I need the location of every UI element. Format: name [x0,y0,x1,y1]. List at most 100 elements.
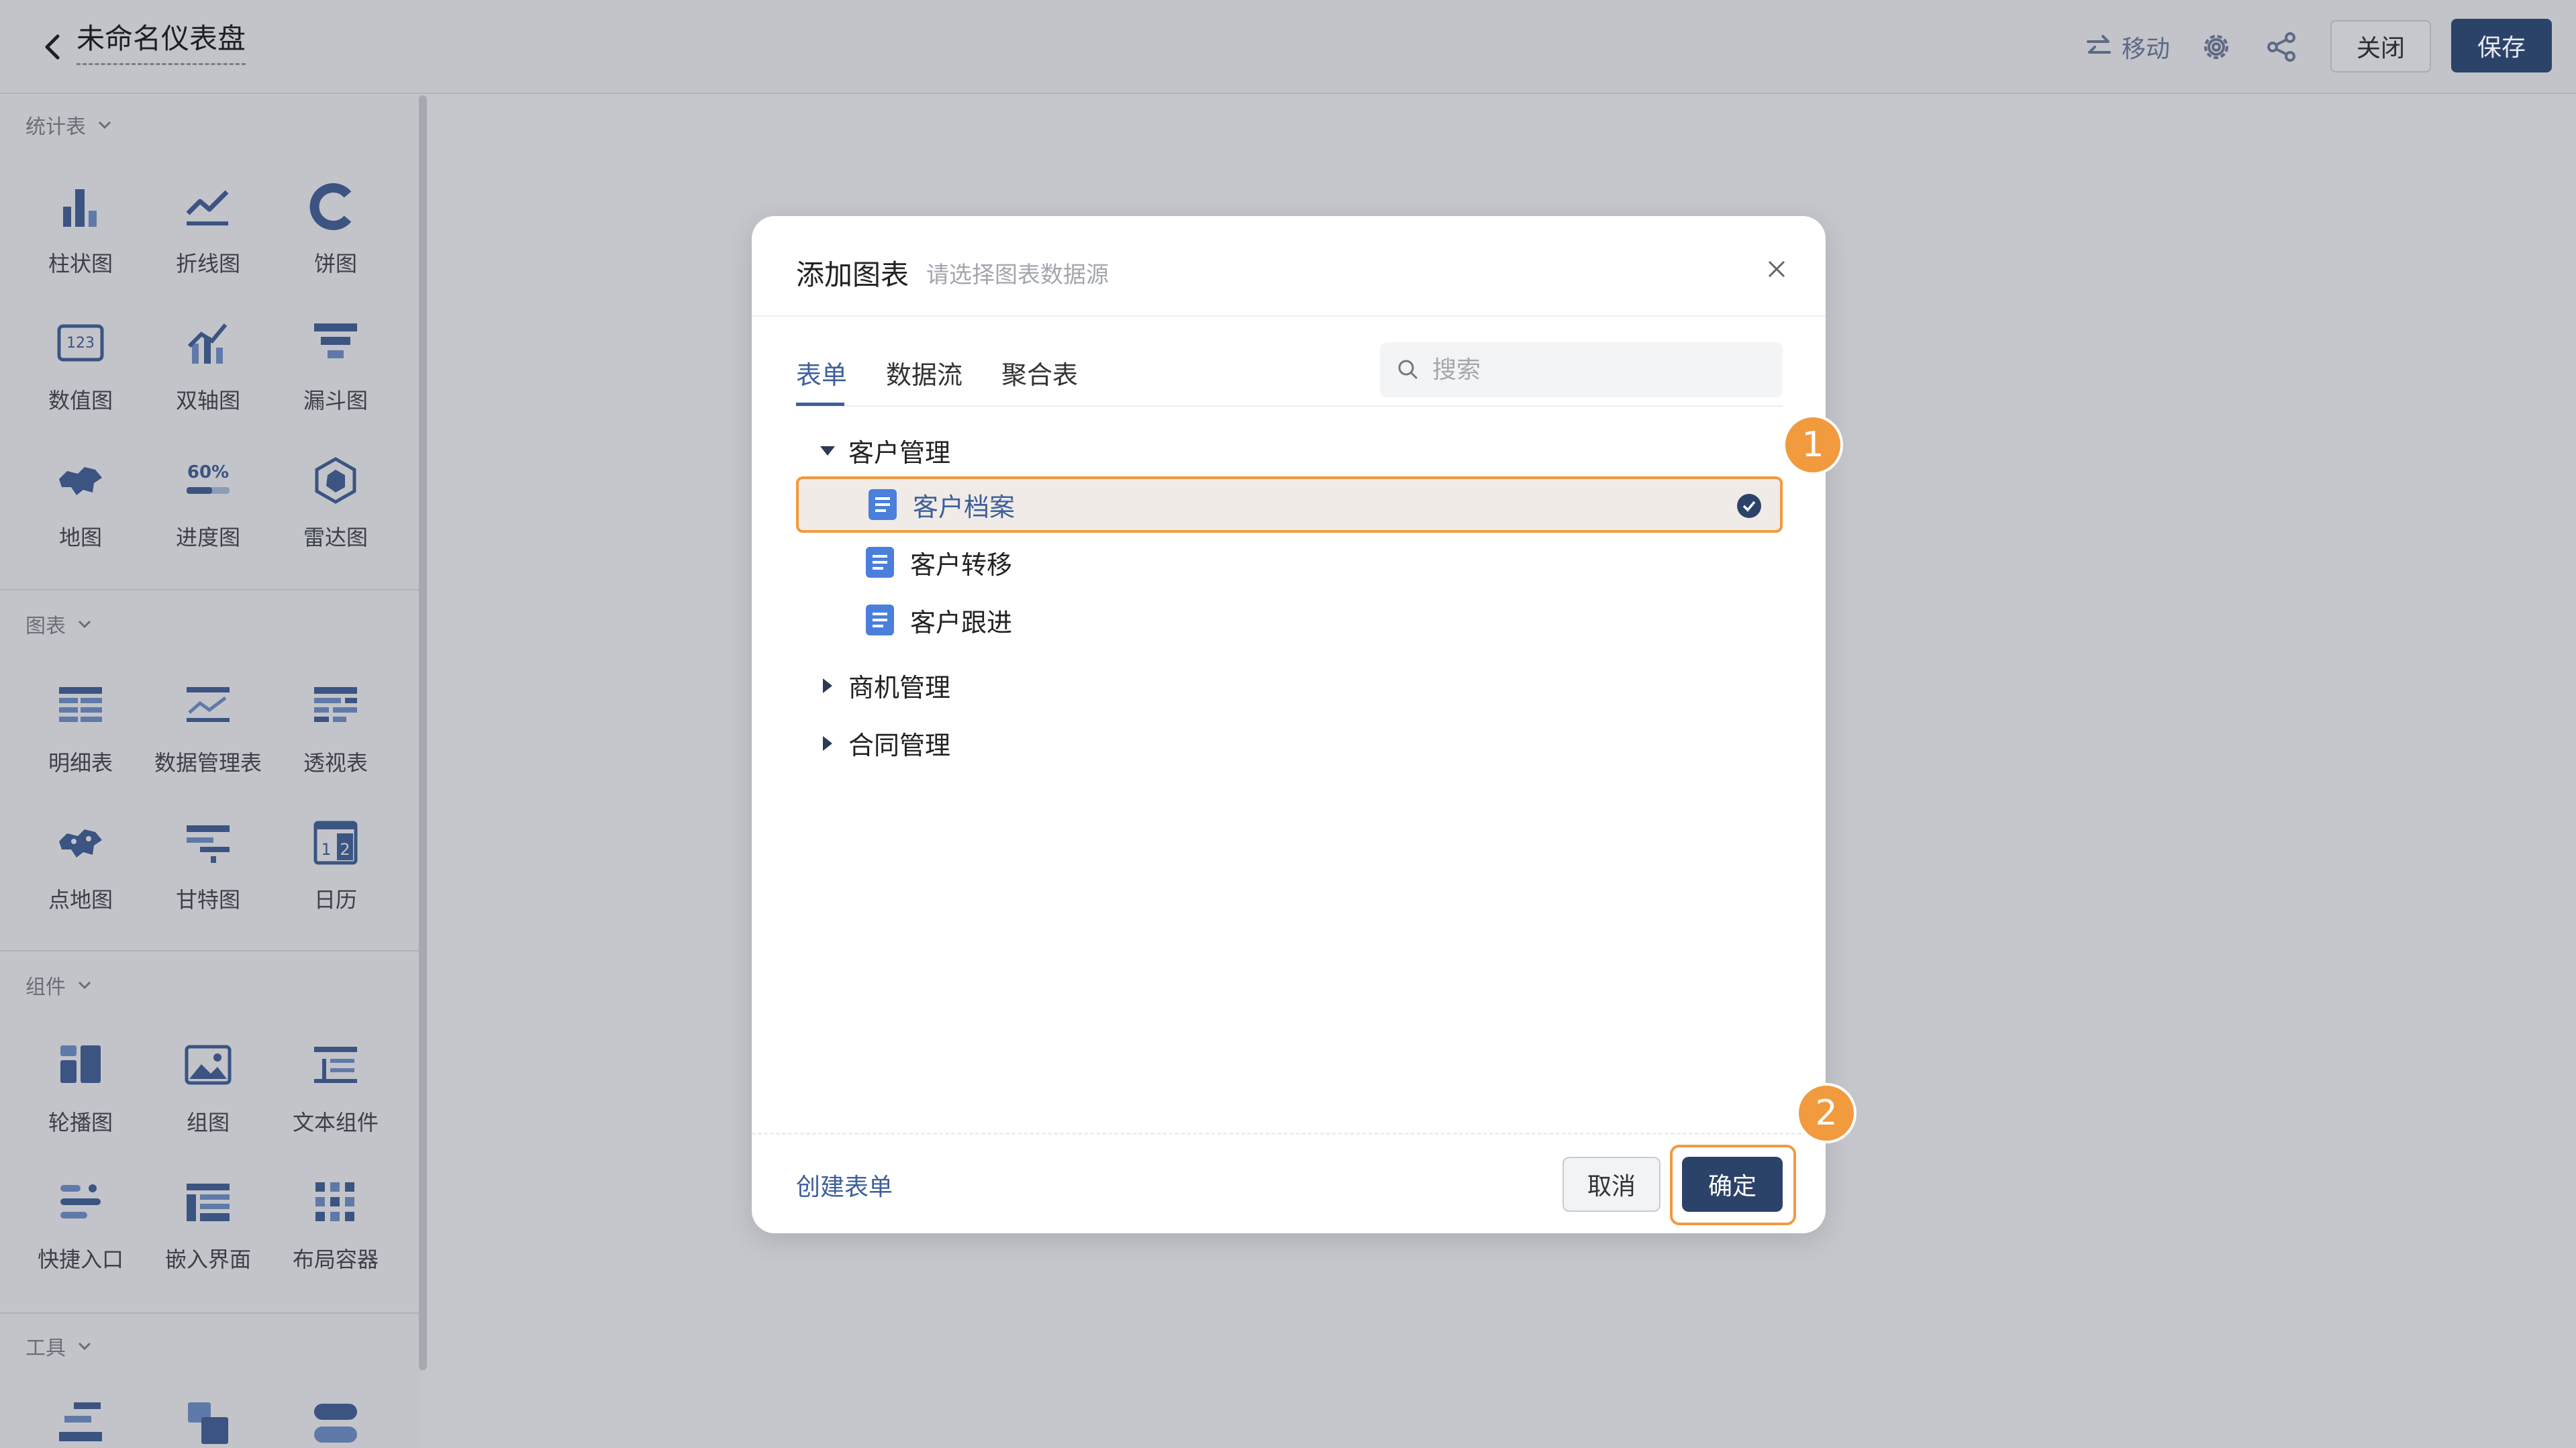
chevron-down-icon [78,1342,91,1351]
tool-label: 饼图 [313,251,357,276]
tool-calendar[interactable]: 1 2 日历 [275,809,396,930]
sidebar-scrollbar[interactable] [419,95,427,1370]
dialog-subtitle: 请选择图表数据源 [926,262,1109,289]
dashboard-title[interactable]: 未命名仪表盘 [77,20,246,65]
tool-label: 雷达图 [303,525,368,550]
tree-group-opportunity[interactable]: 商机管理 [819,667,950,704]
dialog-header-divider [752,315,1826,317]
tab-dataflow[interactable]: 数据流 [886,354,962,391]
radar-icon [315,457,356,504]
tool-embed-page[interactable]: 嵌入界面 [148,1169,268,1290]
component-sidebar: 统计表 柱状图 折线图 饼图 123 数值图 双轴图 漏斗图 地图 60% 进度… [0,95,422,1448]
tool-layout-container[interactable]: 布局容器 [275,1169,396,1290]
tool-image-group[interactable]: 组图 [148,1032,268,1153]
tool-quick-entry[interactable]: 快捷入口 [20,1169,141,1290]
section-header-components[interactable]: 组件 [26,970,94,1000]
chevron-down-icon [78,620,91,629]
section-title: 图表 [26,615,66,638]
toggle-icon[interactable] [309,1397,362,1448]
tool-bar-chart[interactable]: 柱状图 [20,173,141,294]
tool-label: 点地图 [48,887,113,913]
chevron-down-icon [78,981,91,990]
close-button[interactable]: 关闭 [2330,20,2431,72]
tool-number-chart[interactable]: 123 数值图 [20,310,141,431]
table-icon [59,687,102,722]
carousel-icon [60,1045,101,1083]
save-button[interactable]: 保存 [2451,19,2552,72]
tool-gantt-chart[interactable]: 甘特图 [148,809,268,930]
funnel-icon [314,323,357,358]
tab-aggregate-table[interactable]: 聚合表 [1001,354,1078,391]
tree-group-contract[interactable]: 合同管理 [819,725,950,762]
map-icon [59,467,102,495]
tree-item-customer-followup[interactable]: 客户跟进 [796,592,1783,648]
tool-label: 双轴图 [175,388,240,413]
data-table-icon [187,687,230,722]
tool-label: 地图 [58,525,102,550]
calendar-text-2: 2 [340,840,350,859]
tool-progress[interactable]: 60% 进度图 [148,447,268,568]
tool-detail-table[interactable]: 明细表 [20,672,141,793]
active-tab-indicator [796,403,844,406]
section-header-charts[interactable]: 图表 [26,609,94,639]
grid-icon [315,1182,354,1221]
layers-icon[interactable] [181,1397,235,1448]
check-circle-icon [1737,494,1761,518]
tool-funnel-chart[interactable]: 漏斗图 [275,310,396,431]
tool-dual-axis-chart[interactable]: 双轴图 [148,310,268,431]
tab-form[interactable]: 表单 [796,354,847,391]
cancel-button[interactable]: 取消 [1563,1157,1661,1212]
number-card-text: 123 [66,335,95,352]
tool-radar-chart[interactable]: 雷达图 [275,447,396,568]
dual-axis-icon [187,323,228,364]
image-icon [185,1045,232,1085]
document-icon [869,489,897,520]
section-header-stats[interactable]: 统计表 [26,110,114,140]
tree-group-customer[interactable]: 客户管理 [819,432,950,469]
tool-point-map[interactable]: 点地图 [20,809,141,930]
tree-group-label: 客户管理 [848,438,951,468]
tree-item-customer-transfer[interactable]: 客户转移 [796,534,1783,590]
line-chart-icon [186,190,229,225]
search-icon [1398,360,1418,380]
add-chart-dialog: 添加图表 请选择图表数据源 表单 数据流 聚合表 客户管理 客户档案 客户转移 [752,216,1826,1233]
tool-label: 布局容器 [292,1247,379,1272]
search-input[interactable] [1432,356,1754,384]
tool-pie-chart[interactable]: 饼图 [275,173,396,294]
caret-right-icon [823,678,832,693]
document-icon [866,605,894,635]
tabs-divider [796,405,1783,407]
tool-text-component[interactable]: 文本组件 [275,1032,396,1153]
tree-item-customer-profile[interactable]: 客户档案 [796,476,1783,533]
progress-icon-text: 60% [187,462,229,482]
tool-map[interactable]: 地图 [20,447,141,568]
search-box[interactable] [1380,342,1783,397]
tool-label: 组图 [186,1110,230,1135]
section-divider [0,1312,422,1314]
quick-entry-icon [60,1184,101,1219]
section-title: 统计表 [26,115,86,139]
progress-icon: 60% [187,462,230,494]
calendar-text-1: 1 [321,840,331,859]
share-icon[interactable] [2265,30,2298,64]
create-form-link[interactable]: 创建表单 [796,1168,893,1202]
jump-icon[interactable] [54,1397,107,1448]
section-header-tools[interactable]: 工具 [26,1331,94,1361]
tool-line-chart[interactable]: 折线图 [148,173,268,294]
tool-carousel[interactable]: 轮播图 [20,1032,141,1153]
step-badge-2: 2 [1796,1083,1856,1143]
chevron-left-icon[interactable] [39,31,66,63]
calendar-icon: 1 2 [313,821,358,865]
tool-label: 文本组件 [292,1110,379,1135]
move-button[interactable]: 移动 [2084,28,2170,66]
top-bar: 未命名仪表盘 移动 关闭 保存 [0,0,2576,94]
tool-label: 轮播图 [48,1110,113,1135]
close-icon[interactable] [1765,258,1788,280]
gear-icon[interactable] [2199,30,2234,64]
confirm-button[interactable]: 确定 [1682,1157,1783,1212]
section-title: 组件 [26,976,66,999]
tool-pivot-table[interactable]: 透视表 [275,672,396,793]
bar-chart-icon [63,189,97,227]
tool-label: 嵌入界面 [164,1247,251,1272]
tool-data-management-table[interactable]: 数据管理表 [148,672,268,793]
